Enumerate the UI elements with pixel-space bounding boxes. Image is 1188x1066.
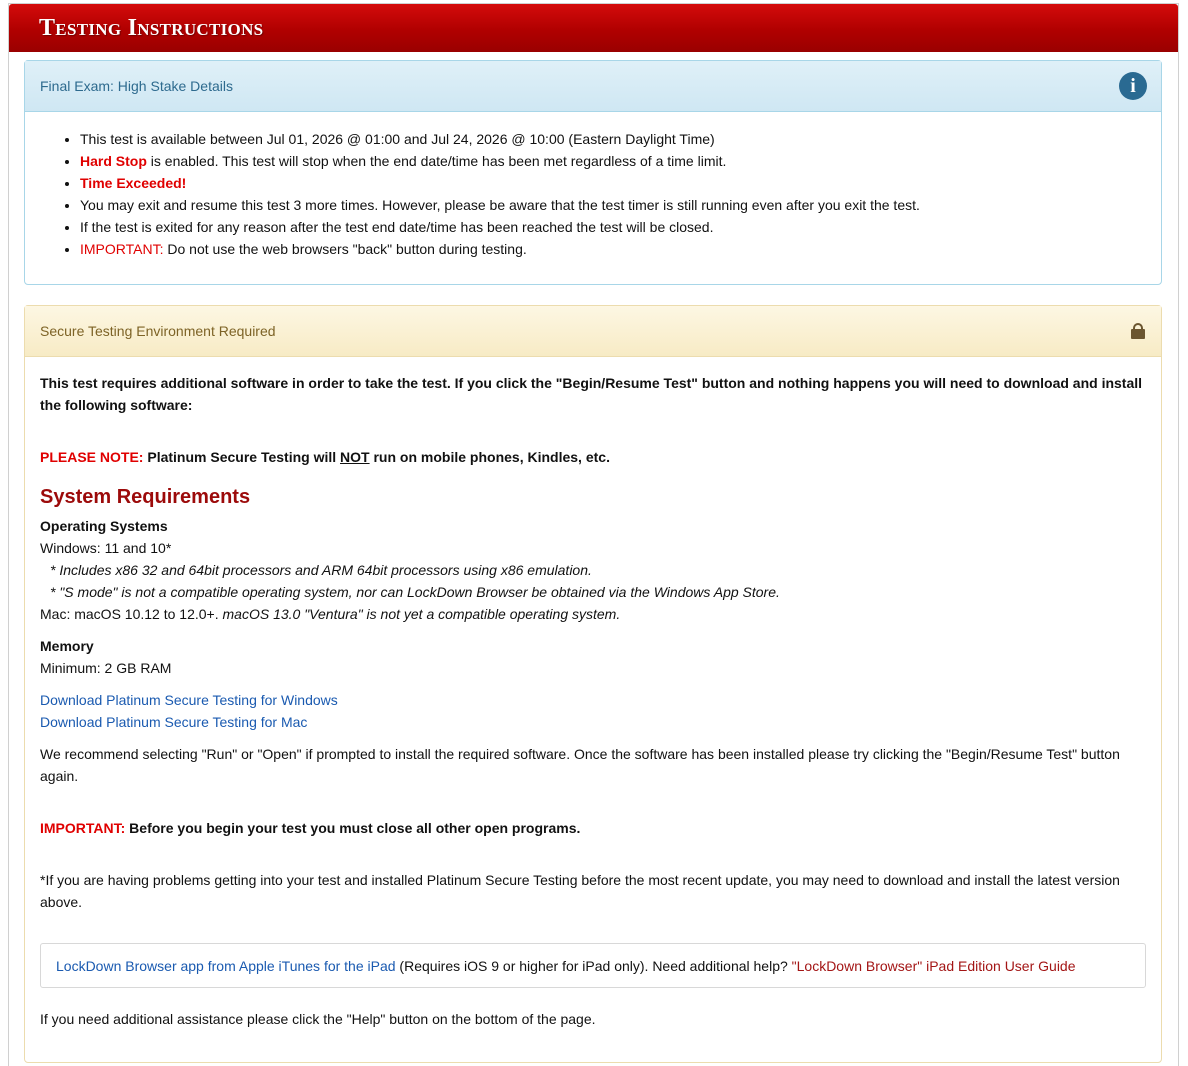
time-exceeded-label: Time Exceeded!: [80, 175, 187, 191]
download-windows-link[interactable]: Download Platinum Secure Testing for Win…: [40, 692, 338, 708]
os-heading: Operating Systems: [40, 518, 168, 534]
page-title: Testing Instructions: [39, 14, 264, 41]
important-label: IMPORTANT:: [80, 241, 164, 257]
page-header: Testing Instructions: [9, 4, 1178, 52]
install-recommendation: We recommend selecting "Run" or "Open" i…: [40, 746, 1120, 784]
info-circle-icon: i: [1119, 72, 1147, 100]
not-emphasis: NOT: [340, 449, 370, 465]
exam-details-panel: Final Exam: High Stake Details i This te…: [24, 60, 1162, 285]
hard-stop-label: Hard Stop: [80, 153, 147, 169]
hard-stop-item: Hard Stop is enabled. This test will sto…: [80, 150, 1161, 172]
lock-icon: [1131, 323, 1145, 339]
back-button-warning-item: IMPORTANT: Do not use the web browsers "…: [80, 238, 1161, 260]
memory-requirement: Minimum: 2 GB RAM: [40, 660, 172, 676]
please-note-label: PLEASE NOTE:: [40, 449, 144, 465]
mac-compatibility-note: macOS 13.0 "Ventura" is not yet a compat…: [222, 606, 621, 622]
windows-note-1: * Includes x86 32 and 64bit processors a…: [50, 562, 592, 578]
secure-testing-title: Secure Testing Environment Required: [40, 323, 276, 339]
mac-requirement: Mac: macOS 10.12 to 12.0+. macOS 13.0 "V…: [40, 606, 621, 622]
software-requirement-intro: This test requires additional software i…: [40, 375, 1143, 413]
important-label-2: IMPORTANT:: [40, 820, 126, 836]
download-mac-link[interactable]: Download Platinum Secure Testing for Mac: [40, 714, 307, 730]
ipad-info-box: LockDown Browser app from Apple iTunes f…: [40, 943, 1146, 988]
exam-details-header: Final Exam: High Stake Details i: [25, 61, 1161, 112]
mobile-note: PLEASE NOTE: Platinum Secure Testing wil…: [40, 449, 610, 465]
exam-details-title: Final Exam: High Stake Details: [40, 78, 233, 94]
ipad-user-guide-link[interactable]: "LockDown Browser" iPad Edition User Gui…: [792, 958, 1076, 974]
exit-item: If the test is exited for any reason aft…: [80, 216, 1161, 238]
resume-item: You may exit and resume this test 3 more…: [80, 194, 1161, 216]
help-note: If you need additional assistance please…: [40, 1011, 596, 1027]
testing-instructions-container: Testing Instructions Final Exam: High St…: [8, 3, 1179, 1066]
time-exceeded-item: Time Exceeded!: [80, 172, 1161, 194]
memory-heading: Memory: [40, 638, 94, 654]
close-programs-warning: IMPORTANT: Before you begin your test yo…: [40, 820, 581, 836]
exam-details-list: This test is available between Jul 01, 2…: [25, 128, 1161, 260]
windows-requirement: Windows: 11 and 10*: [40, 540, 172, 556]
secure-testing-panel: Secure Testing Environment Required This…: [24, 305, 1162, 1063]
system-requirements-title: System Requirements: [40, 486, 251, 508]
update-problems-note: *If you are having problems getting into…: [40, 872, 1120, 910]
secure-testing-header: Secure Testing Environment Required: [25, 306, 1161, 357]
availability-item: This test is available between Jul 01, 2…: [80, 128, 1161, 150]
windows-note-2: * "S mode" is not a compatible operating…: [50, 584, 780, 600]
ipad-app-link[interactable]: LockDown Browser app from Apple iTunes f…: [56, 958, 396, 974]
